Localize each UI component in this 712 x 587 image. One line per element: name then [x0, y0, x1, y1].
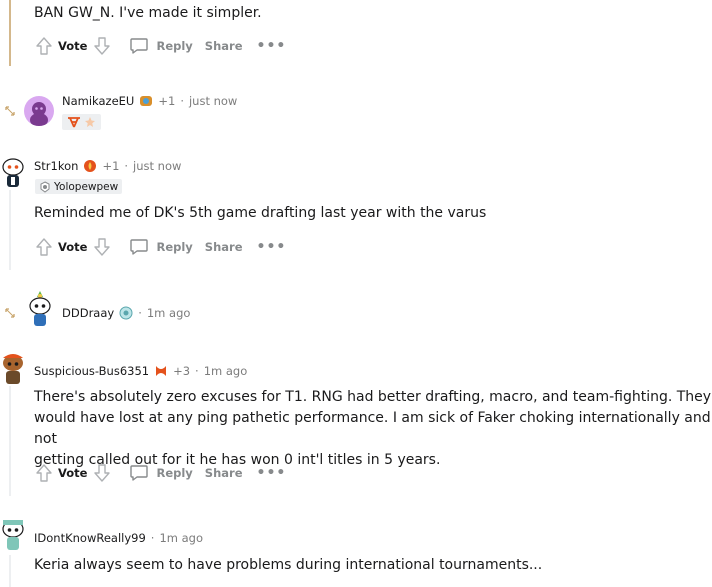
reply-label: Reply	[156, 240, 193, 254]
fire-badge-icon	[83, 159, 97, 173]
expand-icon[interactable]	[4, 307, 16, 319]
upvote-icon[interactable]	[33, 235, 55, 259]
snoo-avatar-icon	[3, 354, 23, 384]
vote-count: Vote	[58, 39, 88, 53]
ribbon-badge-icon	[154, 364, 168, 378]
separator: ·	[195, 364, 199, 378]
comment-icon	[130, 239, 149, 255]
team-logo-icon	[40, 180, 50, 193]
thread-line[interactable]	[9, 190, 11, 270]
upvote-icon[interactable]	[33, 34, 55, 58]
score: +1	[102, 159, 120, 173]
separator: ·	[150, 531, 155, 545]
comment-body: Keria always seem to have problems durin…	[34, 557, 543, 573]
comment-meta: IDontKnowReally99 · 1m ago	[34, 530, 203, 546]
avatar[interactable]	[24, 96, 54, 126]
comment-body: There's absolutely zero excuses for T1. …	[34, 387, 712, 471]
avatar[interactable]	[0, 350, 26, 386]
comment-meta: NamikazeEU +1 · just now	[62, 93, 237, 109]
user-flair: Yolopewpew	[35, 179, 123, 194]
reply-label: Reply	[156, 466, 193, 480]
username[interactable]: DDDraay	[62, 306, 114, 320]
globe-badge-icon	[119, 306, 133, 320]
timestamp: just now	[133, 159, 182, 173]
comment-body-line: There's absolutely zero excuses for T1. …	[34, 389, 712, 405]
snoo-avatar-icon	[29, 291, 51, 326]
thread-line[interactable]	[9, 0, 11, 66]
snoo-avatar-icon	[2, 158, 24, 187]
timestamp: 1m ago	[159, 531, 203, 545]
fnatic-logo-icon	[68, 117, 80, 128]
more-options-icon[interactable]: •••	[257, 239, 287, 255]
more-options-icon[interactable]: •••	[257, 465, 287, 481]
thread-line[interactable]	[9, 386, 11, 496]
avatar[interactable]	[26, 290, 54, 328]
comment-meta: Str1kon +1 · just now	[34, 158, 181, 174]
upvote-icon[interactable]	[33, 461, 55, 485]
user-flair	[62, 114, 101, 130]
username[interactable]: Str1kon	[34, 159, 78, 173]
comment-icon	[130, 465, 149, 481]
comment-icon	[130, 38, 149, 54]
reply-button[interactable]: Reply	[129, 37, 193, 55]
comment-meta: DDDraay · 1m ago	[62, 305, 190, 321]
username[interactable]: NamikazeEU	[62, 94, 134, 108]
separator: ·	[180, 94, 184, 108]
comment-body-line: would have lost at any ping pathetic per…	[34, 410, 711, 447]
vote-count: Vote	[58, 240, 88, 254]
star-icon	[85, 117, 95, 127]
score: +3	[173, 364, 191, 378]
achievement-badge-icon	[139, 94, 153, 108]
share-button[interactable]: Share	[205, 39, 243, 53]
comment-body: Reminded me of DK's 5th game drafting la…	[34, 205, 487, 221]
snoo-avatar-icon	[2, 520, 24, 550]
avatar[interactable]	[0, 154, 26, 190]
thread-line[interactable]	[9, 555, 11, 587]
snoo-avatar-icon	[30, 102, 48, 126]
timestamp: 1m ago	[146, 306, 191, 320]
comment-actions: Vote Reply Share •••	[33, 34, 286, 58]
comment-actions: Vote Reply Share •••	[33, 461, 286, 485]
comment-thread: BAN GW_N. I've made it simpler. Vote Rep…	[0, 0, 712, 587]
reply-label: Reply	[156, 39, 193, 53]
avatar[interactable]	[0, 516, 26, 554]
separator: ·	[138, 306, 142, 320]
score: +1	[158, 94, 176, 108]
vote-count: Vote	[58, 466, 88, 480]
comment-actions: Vote Reply Share •••	[33, 235, 286, 259]
more-options-icon[interactable]: •••	[257, 38, 287, 54]
reply-button[interactable]: Reply	[129, 464, 193, 482]
flair-text: Yolopewpew	[54, 180, 119, 193]
separator: ·	[124, 159, 129, 173]
username[interactable]: Suspicious-Bus6351	[34, 364, 149, 378]
share-button[interactable]: Share	[205, 240, 243, 254]
downvote-icon[interactable]	[91, 461, 113, 485]
username[interactable]: IDontKnowReally99	[34, 531, 146, 545]
reply-button[interactable]: Reply	[129, 238, 193, 256]
timestamp: just now	[188, 94, 238, 108]
downvote-icon[interactable]	[91, 34, 113, 58]
downvote-icon[interactable]	[91, 235, 113, 259]
share-button[interactable]: Share	[205, 466, 243, 480]
comment-body: BAN GW_N. I've made it simpler.	[34, 5, 262, 21]
comment-meta: Suspicious-Bus6351 +3 · 1m ago	[34, 363, 247, 379]
expand-icon[interactable]	[4, 105, 16, 117]
timestamp: 1m ago	[203, 364, 248, 378]
